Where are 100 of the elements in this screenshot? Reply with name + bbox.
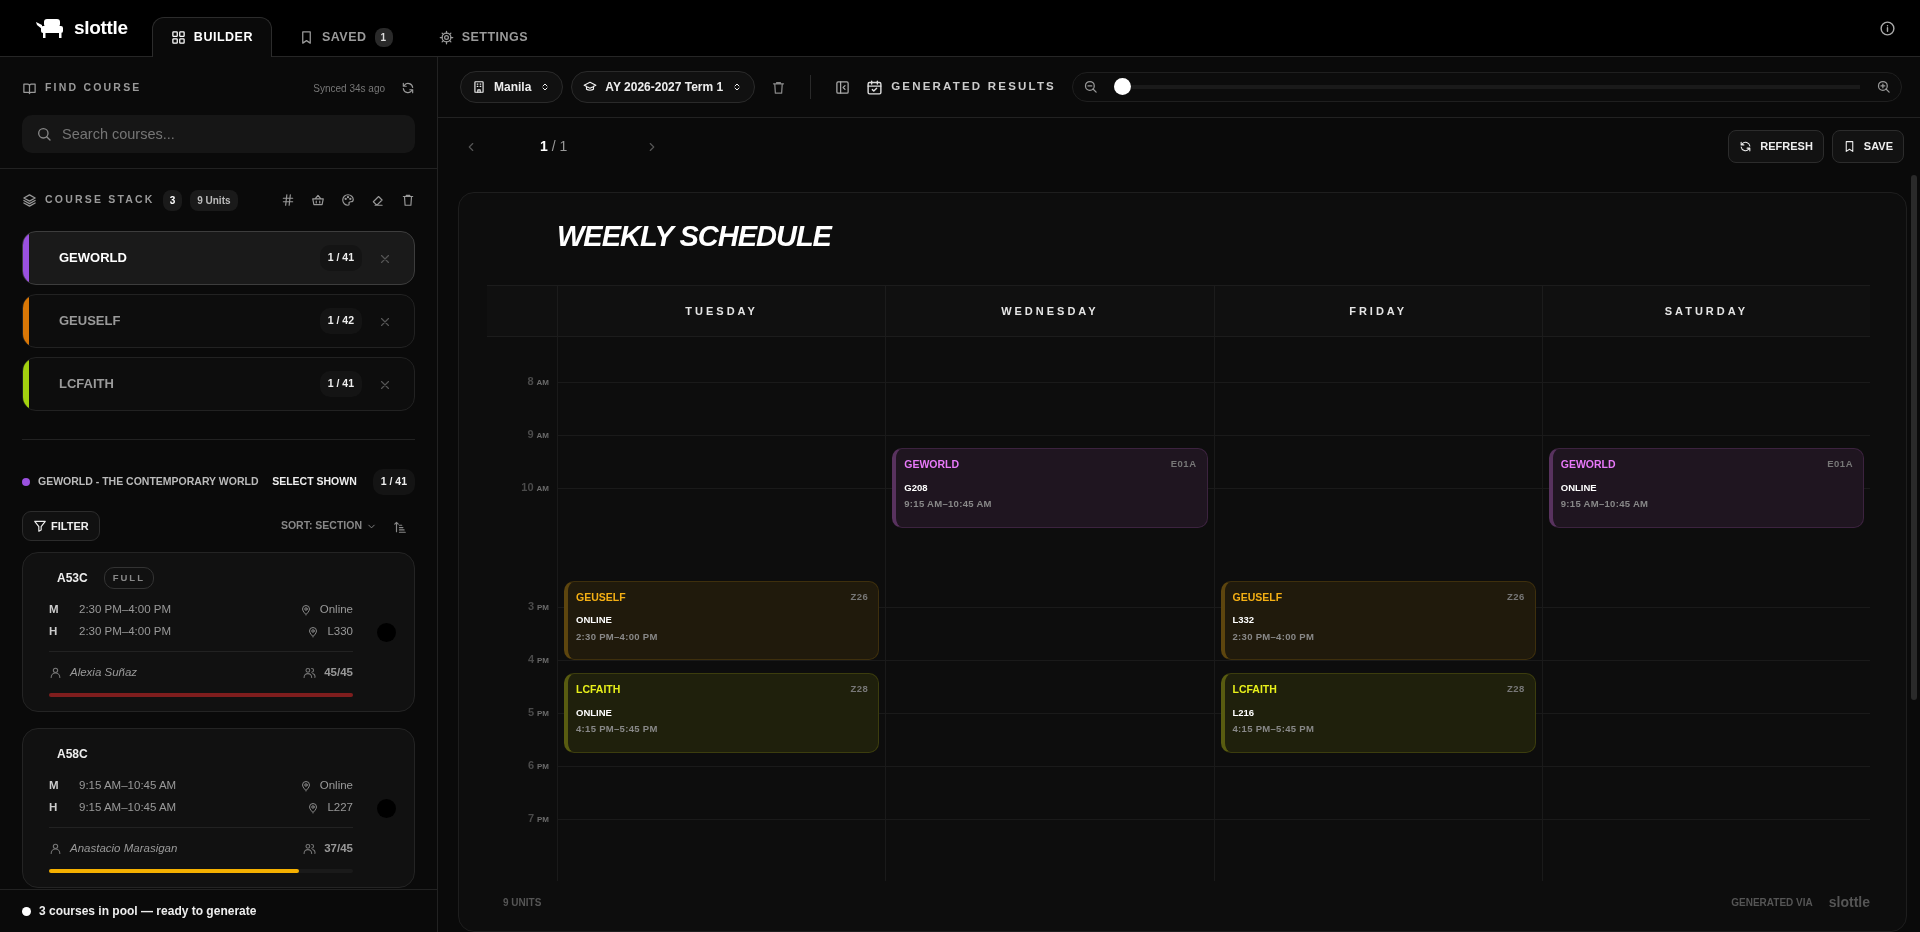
meeting-time: 9:15 AM–10:45 AM xyxy=(79,778,177,794)
class-event[interactable]: GEUSELF Z26 L332 2:30 PM–4:00 PM xyxy=(1220,580,1536,661)
info-icon[interactable] xyxy=(1879,20,1896,38)
graduation-cap-icon xyxy=(583,79,598,94)
class-event[interactable]: GEWORLD E01A ONLINE 9:15 AM–10:45 AM xyxy=(1548,448,1864,528)
search-field[interactable]: Search courses... xyxy=(22,115,415,153)
save-button[interactable]: SAVE xyxy=(1831,129,1904,163)
course-item[interactable]: GEUSELF 1 / 42 xyxy=(22,294,415,348)
eraser-icon[interactable] xyxy=(371,193,385,207)
trash-icon[interactable] xyxy=(401,193,415,207)
footer-logo: slottle xyxy=(1828,893,1870,913)
section-title: FIND COURSE xyxy=(45,80,142,96)
people-icon xyxy=(303,842,317,856)
course-code: LCFAITH xyxy=(1232,682,1277,698)
term-select[interactable]: AY 2026-2027 Term 1 xyxy=(571,70,756,103)
section-code: Z26 xyxy=(850,589,869,604)
location-pin-icon xyxy=(307,802,320,815)
person-icon xyxy=(49,666,62,680)
section-code: Z28 xyxy=(850,682,869,697)
status-text: 3 courses in pool — ready to generate xyxy=(39,903,257,920)
section-card[interactable]: A58C M 9:15 AM–10:45 AM Online H 9:15 AM–10:45 AM L227 Anastacio Marasigan 37/45 xyxy=(22,728,415,888)
enrollment-count: 45/45 xyxy=(324,664,353,680)
class-event[interactable]: GEUSELF Z26 ONLINE 2:30 PM–4:00 PM xyxy=(564,580,880,661)
day-header: WEDNESDAY xyxy=(1001,304,1099,319)
section-code: A53C xyxy=(57,570,88,587)
slider-thumb[interactable] xyxy=(1114,78,1131,96)
palette-icon[interactable] xyxy=(341,193,355,207)
building-icon xyxy=(472,79,486,94)
refresh-icon[interactable] xyxy=(401,81,415,95)
meeting-location: Online xyxy=(319,778,353,794)
hour-label: 10 AM xyxy=(520,480,549,496)
sidebar-toggle-icon[interactable] xyxy=(835,80,851,96)
room-label: G208 xyxy=(904,482,928,494)
nav-tab[interactable]: SETTINGS xyxy=(419,17,548,57)
meeting-day: H xyxy=(49,623,79,641)
filter-icon xyxy=(33,519,47,533)
refresh-button[interactable]: REFRESH xyxy=(1728,129,1824,163)
meeting-location: L227 xyxy=(327,800,353,816)
refresh-icon xyxy=(1739,139,1753,153)
nav-tab[interactable]: SAVED 1 xyxy=(279,17,412,57)
units-total: 9 UNITS xyxy=(503,896,542,911)
count-badge: 1 xyxy=(374,28,393,47)
class-event[interactable]: GEWORLD E01A G208 9:15 AM–10:45 AM xyxy=(892,448,1208,528)
section-count: 1 / 42 xyxy=(319,308,362,334)
zoom-in-icon[interactable] xyxy=(1876,79,1891,95)
section-code: Z28 xyxy=(1506,682,1525,697)
course-title: GEWORLD - THE CONTEMPORARY WORLD xyxy=(38,474,259,490)
course-code: LCFAITH xyxy=(59,375,114,394)
hour-label: 8 AM xyxy=(526,374,549,390)
course-code: LCFAITH xyxy=(576,682,621,698)
section-code: A58C xyxy=(57,746,88,763)
meeting-day: H xyxy=(49,799,79,817)
room-label: L332 xyxy=(1232,614,1255,626)
search-icon xyxy=(36,126,52,142)
class-event[interactable]: LCFAITH Z28 L216 4:15 PM–5:45 PM xyxy=(1220,673,1536,753)
course-code: GEWORLD xyxy=(904,457,960,473)
course-item[interactable]: LCFAITH 1 / 41 xyxy=(22,357,415,411)
section-count: 1 / 41 xyxy=(319,245,362,271)
event-time: 9:15 AM–10:45 AM xyxy=(904,498,992,510)
event-time: 4:15 PM–5:45 PM xyxy=(576,723,658,735)
hash-icon[interactable] xyxy=(281,193,295,207)
section-card[interactable]: A53C FULL M 2:30 PM–4:00 PM Online H 2:30 PM–4:00 PM L330 Alexia Suñaz 45/45 xyxy=(22,552,415,712)
full-badge: FULL xyxy=(103,566,154,590)
hour-label: 5 PM xyxy=(526,705,549,721)
course-code: GEUSELF xyxy=(576,589,626,605)
day-header: SATURDAY xyxy=(1664,304,1748,319)
status-dot xyxy=(22,906,31,916)
room-label: L216 xyxy=(1232,707,1255,719)
trash-icon[interactable] xyxy=(771,80,787,96)
location-pin-icon xyxy=(299,604,312,617)
location-pin-icon xyxy=(299,780,312,793)
select-shown-link[interactable]: SELECT SHOWN xyxy=(272,474,357,490)
sort-dropdown[interactable]: SORT: SECTION xyxy=(280,518,377,534)
hour-label: 4 PM xyxy=(526,652,549,668)
book-icon xyxy=(22,80,37,96)
count-badge: 3 xyxy=(162,189,183,211)
location-pin-icon xyxy=(307,626,320,639)
zoom-out-icon[interactable] xyxy=(1083,79,1098,95)
class-event[interactable]: LCFAITH Z28 ONLINE 4:15 PM–5:45 PM xyxy=(564,673,880,753)
meeting-location: L330 xyxy=(327,624,353,640)
sort-icon[interactable] xyxy=(393,519,407,534)
logo-icon xyxy=(36,17,66,39)
grid-icon xyxy=(170,30,186,45)
meeting-day: M xyxy=(49,777,79,795)
scrollbar-thumb[interactable] xyxy=(1911,174,1917,700)
hour-label: 7 PM xyxy=(526,811,549,827)
room-label: ONLINE xyxy=(1560,482,1597,494)
meeting-location: Online xyxy=(319,602,353,618)
event-time: 2:30 PM–4:00 PM xyxy=(1232,630,1315,642)
course-item[interactable]: GEWORLD 1 / 41 xyxy=(22,231,415,285)
section-code: Z26 xyxy=(1506,589,1525,604)
section-code: E01A xyxy=(1170,457,1197,472)
enrollment-count: 37/45 xyxy=(324,840,353,856)
basket-icon[interactable] xyxy=(311,193,325,207)
day-header: TUESDAY xyxy=(685,304,758,319)
results-title: GENERATED RESULTS xyxy=(891,79,1056,95)
nav-tab[interactable]: BUILDER xyxy=(151,17,272,57)
course-code: GEWORLD xyxy=(59,249,127,268)
filter-button[interactable]: FILTER xyxy=(22,511,100,541)
campus-select[interactable]: Manila xyxy=(460,70,564,103)
